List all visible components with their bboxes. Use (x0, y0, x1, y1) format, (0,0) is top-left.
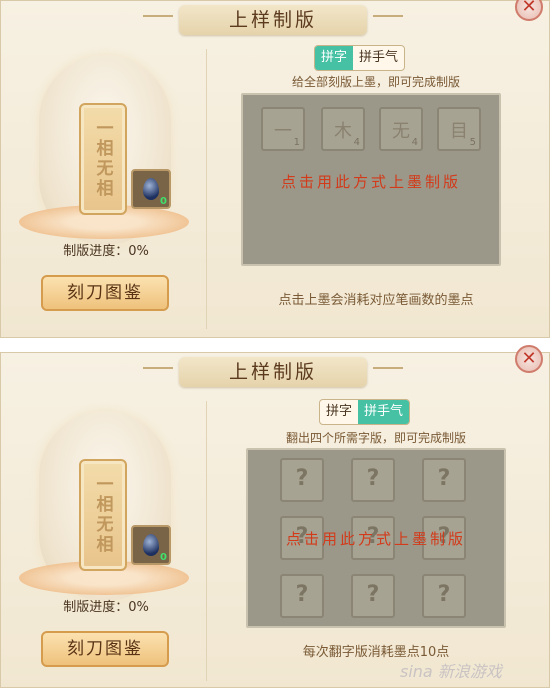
divider (206, 49, 207, 329)
panel-pinzi: 上样制版 ✕ 一相无相 0 制版进度：0% 刻刀图鉴 拼字 拼手气 给全部刻版上… (0, 0, 550, 338)
close-button[interactable]: ✕ (515, 345, 543, 373)
tile-char: ? (437, 524, 451, 549)
tablet-text: 一相无相 (92, 119, 113, 199)
hidden-tile[interactable]: ? (351, 516, 395, 560)
close-icon: ✕ (521, 0, 537, 17)
progress-label: 制版进度：0% (63, 244, 149, 259)
mode-tabs: 拼字 拼手气 (314, 45, 406, 71)
tile-char: ? (295, 582, 309, 607)
tile-board: 一 1 木 4 无 4 目 5 点击用此方式上墨制版 (241, 93, 501, 266)
tile-mu[interactable]: 木 4 (321, 107, 365, 151)
ink-item[interactable]: 0 (131, 525, 171, 565)
ink-drop-icon (143, 178, 159, 200)
mode-tabs: 拼字 拼手气 (319, 399, 411, 425)
tile-stroke-count: 5 (469, 137, 476, 148)
printing-tablet: 一相无相 (79, 459, 127, 571)
panel-title: 上样制版 (143, 5, 403, 35)
progress-label: 制版进度：0% (63, 600, 149, 615)
ink-item[interactable]: 0 (131, 169, 171, 209)
hidden-tile[interactable]: ? (280, 458, 324, 502)
hidden-tile[interactable]: ? (422, 458, 466, 502)
hidden-tile[interactable]: ? (422, 574, 466, 618)
tile-stroke-count: 1 (293, 137, 300, 148)
preview-pane: 一相无相 0 制版进度：0% 刻刀图鉴 (11, 45, 201, 330)
tab-pinshouqi[interactable]: 拼手气 (353, 46, 404, 70)
hidden-tile[interactable]: ? (351, 458, 395, 502)
tab-pinzi[interactable]: 拼字 (315, 46, 354, 70)
tile-char: ? (366, 582, 380, 607)
tile-board: ? ? ? ? ? ? ? ? ? 点击用此方式上墨制版 (246, 448, 506, 628)
tile-stroke-count: 4 (353, 137, 360, 148)
close-icon: ✕ (521, 348, 537, 369)
tile-char: ? (437, 582, 451, 607)
close-button[interactable]: ✕ (515, 0, 543, 21)
tile-char: ? (295, 466, 309, 491)
preview-pane: 一相无相 0 制版进度：0% 刻刀图鉴 (11, 401, 201, 686)
printing-tablet: 一相无相 (79, 103, 127, 215)
tujian-button[interactable]: 刻刀图鉴 (41, 275, 169, 311)
ink-count: 0 (160, 196, 167, 207)
panel-title: 上样制版 (143, 357, 403, 387)
divider (206, 401, 207, 681)
hidden-tile[interactable]: ? (351, 574, 395, 618)
board-message: 点击用此方式上墨制版 (280, 173, 461, 191)
tile-yi[interactable]: 一 1 (261, 107, 305, 151)
instruction-text: 翻出四个所需字版，即可完成制版 (285, 431, 466, 445)
hidden-tile[interactable]: ? (422, 516, 466, 560)
tile-stroke-count: 4 (411, 137, 418, 148)
footer-hint: 点击上墨会消耗对应笔画数的墨点 (278, 293, 474, 308)
ink-count: 0 (160, 552, 167, 563)
tujian-button[interactable]: 刻刀图鉴 (41, 631, 169, 667)
watermark: sina 新浪游戏 (400, 662, 502, 681)
tile-wu[interactable]: 无 4 (379, 107, 423, 151)
tab-pinshouqi[interactable]: 拼手气 (358, 400, 410, 424)
instruction-text: 给全部刻版上墨，即可完成制版 (291, 75, 460, 89)
tab-pinzi[interactable]: 拼字 (320, 400, 358, 424)
tile-char: ? (366, 466, 380, 491)
tile-char: ? (437, 466, 451, 491)
hidden-tile[interactable]: ? (280, 516, 324, 560)
tablet-text: 一相无相 (92, 475, 113, 555)
panel-pinshouqi: 上样制版 ✕ 一相无相 0 制版进度：0% 刻刀图鉴 拼字 拼手气 翻出四个所需… (0, 345, 550, 688)
tile-mu-eye[interactable]: 目 5 (437, 107, 481, 151)
hidden-tile[interactable]: ? (280, 574, 324, 618)
ink-drop-icon (143, 534, 159, 556)
tile-char: ? (295, 524, 309, 549)
tile-char: ? (366, 524, 380, 549)
